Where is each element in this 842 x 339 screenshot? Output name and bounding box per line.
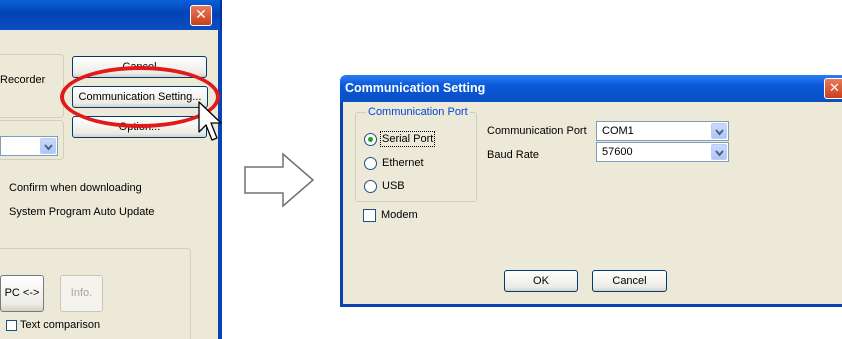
communication-port-combo[interactable]: COM1 — [596, 121, 729, 141]
ethernet-label[interactable]: Ethernet — [382, 157, 424, 169]
mouse-pointer-icon — [198, 101, 222, 141]
system-update-label: System Program Auto Update — [9, 206, 155, 218]
confirm-downloading-label: Confirm when downloading — [9, 182, 142, 194]
baud-rate-value: 57600 — [602, 146, 633, 158]
dropdown-arrow-icon[interactable] — [711, 123, 727, 139]
recorder-group — [0, 54, 64, 118]
info-button[interactable]: Info. — [60, 275, 103, 312]
text-comparison-label: Text comparison — [20, 319, 101, 331]
target-combo[interactable] — [0, 136, 58, 156]
dialog-cancel-button[interactable]: Cancel — [592, 270, 667, 292]
close-icon[interactable]: ✕ — [824, 78, 842, 99]
ethernet-radio[interactable] — [364, 157, 377, 170]
baud-rate-combo[interactable]: 57600 — [596, 142, 729, 162]
communication-port-value: COM1 — [602, 125, 634, 137]
baud-rate-label: Baud Rate — [487, 149, 539, 161]
left-window-border — [218, 30, 222, 339]
right-arrow-icon — [244, 152, 315, 208]
ok-button[interactable]: OK — [504, 270, 578, 292]
usb-radio[interactable] — [364, 180, 377, 193]
highlight-ellipse — [60, 66, 220, 128]
dropdown-arrow-icon[interactable] — [711, 144, 727, 160]
serial-port-radio[interactable] — [364, 133, 377, 146]
pc-compare-button[interactable]: PC <-> — [0, 275, 44, 312]
download-window-cropped: ✕ Recorder Cancel Communication Setting.… — [0, 0, 222, 339]
usb-label[interactable]: USB — [382, 180, 405, 192]
dialog-title: Communication Setting — [345, 81, 486, 95]
left-window-titlebar: ✕ — [0, 0, 222, 30]
communication-port-label: Communication Port — [487, 125, 587, 137]
dialog-titlebar: Communication Setting ✕ — [340, 75, 842, 102]
text-comparison-checkbox[interactable] — [6, 320, 17, 331]
serial-port-label[interactable]: Serial Port — [379, 131, 436, 147]
recorder-label: Recorder — [0, 74, 46, 86]
communication-setting-dialog: Communication Setting ✕ Communication Po… — [340, 75, 842, 307]
communication-port-group-title: Communication Port — [366, 106, 470, 118]
modem-checkbox[interactable] — [363, 209, 376, 222]
close-icon[interactable]: ✕ — [190, 5, 212, 26]
dropdown-arrow-icon[interactable] — [40, 138, 56, 154]
dialog-body: Communication Port Serial Port Ethernet … — [340, 102, 842, 307]
modem-label[interactable]: Modem — [381, 209, 418, 221]
